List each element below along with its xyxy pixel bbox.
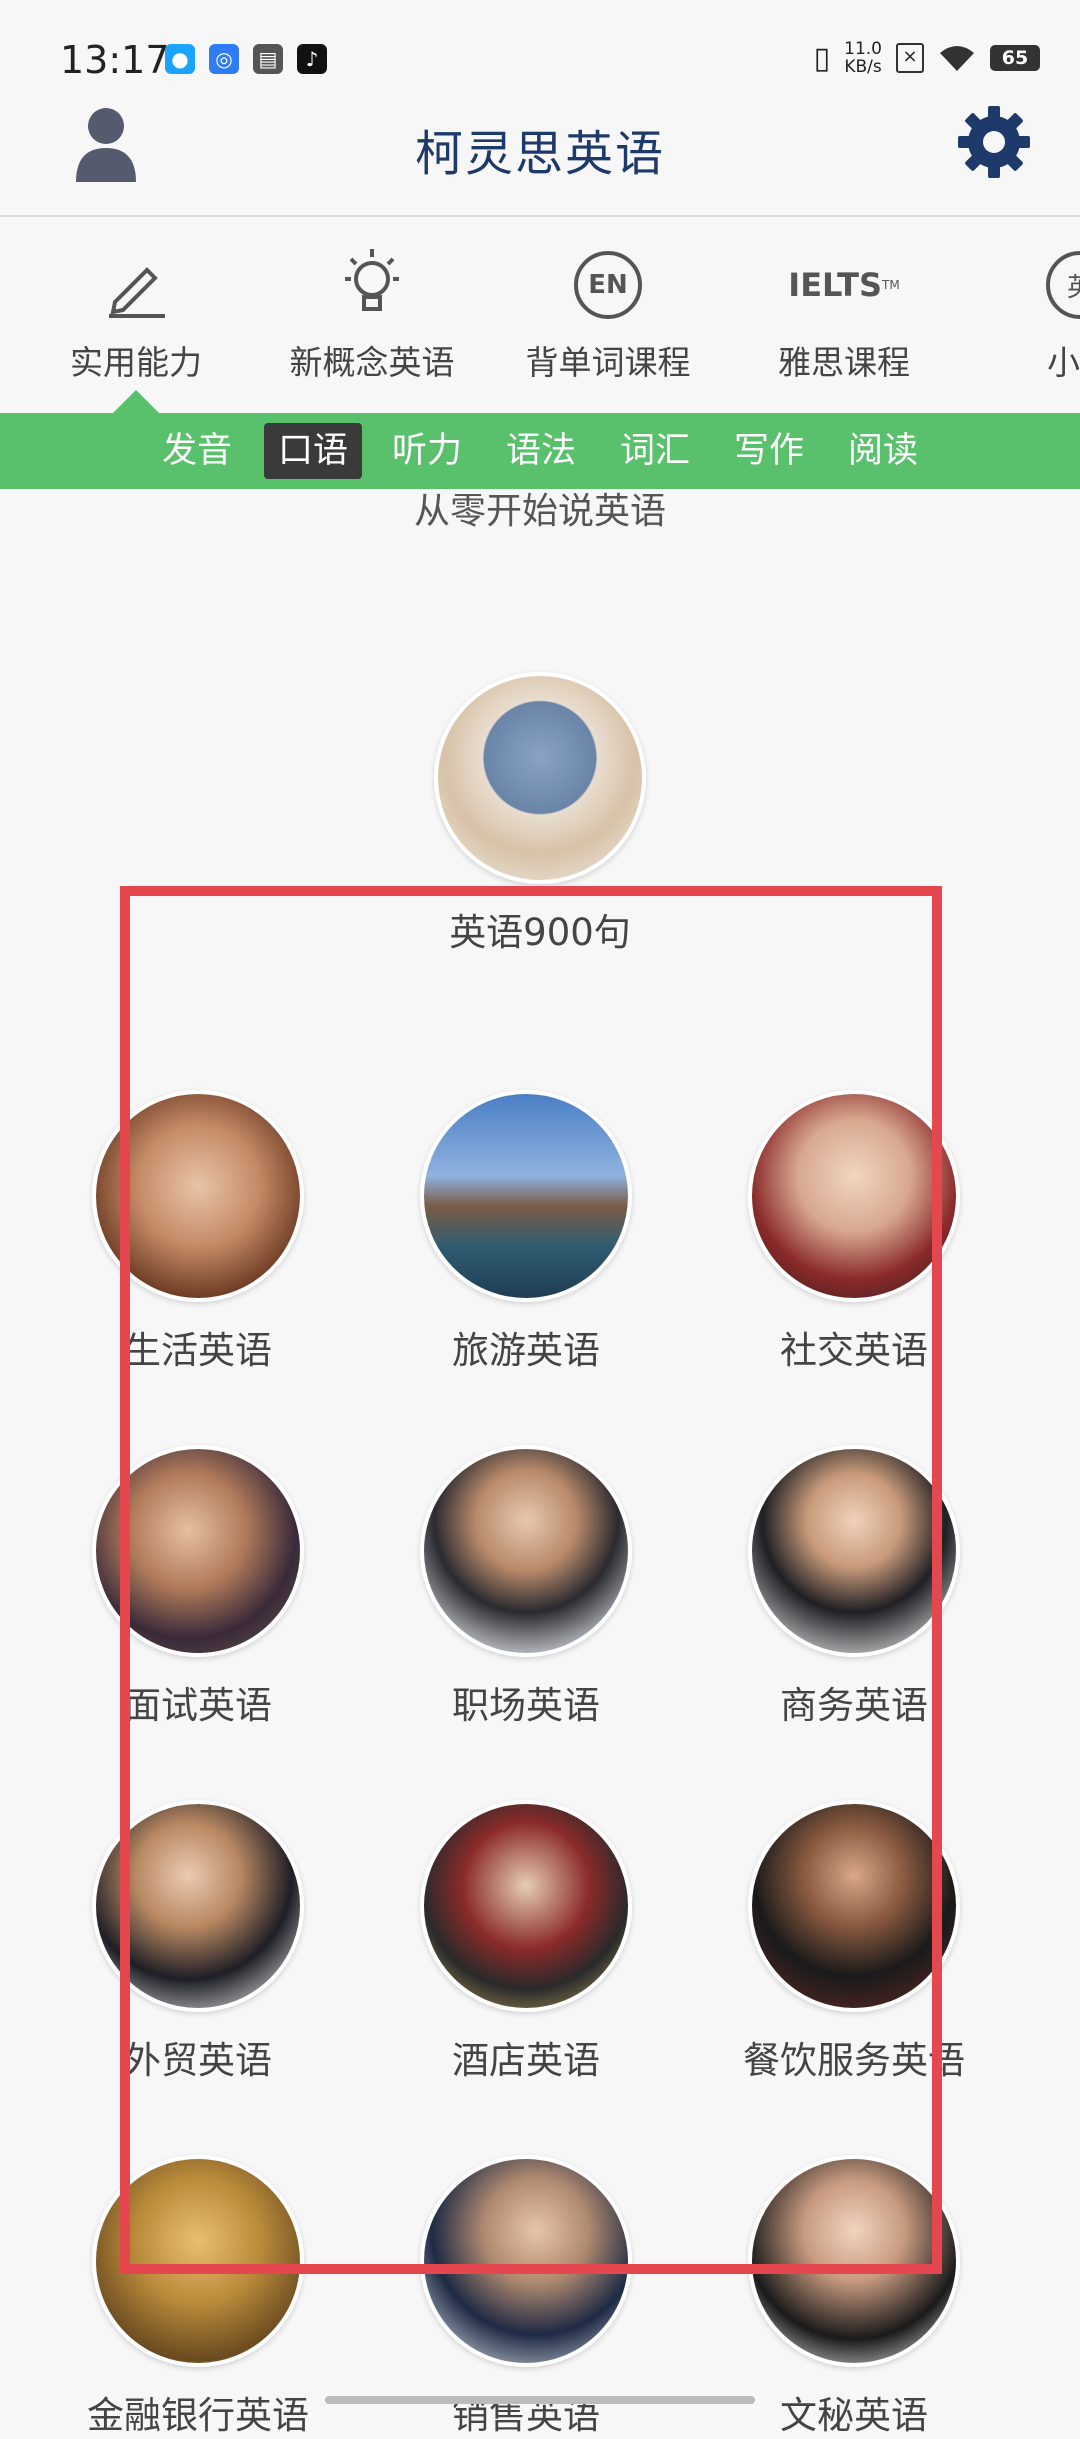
course-label: 销售英语 bbox=[452, 2394, 600, 2437]
category-primary[interactable]: 英 小学 bbox=[970, 240, 1080, 384]
course-english-900[interactable]: 英语900句 bbox=[380, 672, 700, 956]
course-label: 面试英语 bbox=[124, 1684, 272, 1727]
course-catering[interactable]: 餐饮服务英语 bbox=[694, 1800, 1014, 2084]
course-image bbox=[434, 672, 646, 884]
home-indicator[interactable] bbox=[325, 2396, 755, 2404]
active-category-indicator bbox=[112, 390, 160, 414]
section-title: 从零开始说英语 bbox=[413, 491, 666, 532]
pencil-icon bbox=[109, 267, 165, 318]
course-label: 职场英语 bbox=[452, 1684, 600, 1727]
subtab-reading[interactable]: 阅读 bbox=[834, 423, 932, 479]
tiktok-icon: ♪ bbox=[297, 44, 327, 74]
course-label: 社交英语 bbox=[780, 1329, 928, 1372]
course-image bbox=[748, 2155, 960, 2367]
course-label: 生活英语 bbox=[124, 1329, 272, 1372]
category-practical[interactable]: 实用能力 bbox=[26, 240, 246, 384]
subtab-speaking[interactable]: 口语 bbox=[264, 423, 363, 479]
course-interview[interactable]: 面试英语 bbox=[38, 1445, 358, 1729]
wifi-icon bbox=[940, 46, 974, 71]
category-label: 新概念英语 bbox=[289, 343, 455, 382]
notification-icons: ● ◎ ▤ ♪ bbox=[165, 44, 327, 74]
subtab-listening[interactable]: 听力 bbox=[378, 423, 476, 479]
course-image bbox=[420, 1800, 632, 2012]
app-header: 柯灵思英语 bbox=[0, 100, 1080, 217]
course-workplace[interactable]: 职场英语 bbox=[366, 1445, 686, 1729]
course-hotel[interactable]: 酒店英语 bbox=[366, 1800, 686, 2084]
course-image bbox=[92, 1090, 304, 1302]
page-title: 柯灵思英语 bbox=[414, 126, 665, 182]
course-daily-life[interactable]: 生活英语 bbox=[38, 1090, 358, 1374]
sim-off-icon: × bbox=[896, 43, 924, 73]
course-image bbox=[92, 1800, 304, 2012]
course-image bbox=[420, 1445, 632, 1657]
speed-unit: KB/s bbox=[844, 57, 882, 77]
status-time: 13:17 bbox=[60, 38, 170, 82]
course-business[interactable]: 商务英语 bbox=[694, 1445, 1014, 1729]
course-image bbox=[420, 2155, 632, 2367]
course-foreign-trade[interactable]: 外贸英语 bbox=[38, 1800, 358, 2084]
category-label: 背单词课程 bbox=[525, 343, 691, 382]
network-speed: 11.0 KB/s bbox=[844, 40, 882, 76]
primary-icon: 英 bbox=[1046, 251, 1080, 319]
battery-icon: 65 bbox=[990, 45, 1040, 71]
status-right: ▯ 11.0 KB/s × 65 bbox=[814, 40, 1040, 76]
qq-icon: ● bbox=[165, 44, 195, 74]
settings-gear-icon[interactable] bbox=[956, 104, 1032, 180]
course-label: 外贸英语 bbox=[124, 2039, 272, 2082]
category-new-concept[interactable]: 新概念英语 bbox=[262, 240, 482, 384]
course-image bbox=[748, 1090, 960, 1302]
course-image bbox=[92, 2155, 304, 2367]
course-image bbox=[748, 1445, 960, 1657]
lightbulb-icon bbox=[345, 249, 399, 311]
status-bar: 13:17 ● ◎ ▤ ♪ ▯ 11.0 KB/s × 65 bbox=[0, 0, 1080, 110]
course-label: 旅游英语 bbox=[452, 1329, 600, 1372]
course-finance[interactable]: 金融银行英语 bbox=[38, 2155, 358, 2439]
course-label: 餐饮服务英语 bbox=[743, 2039, 965, 2082]
course-label: 商务英语 bbox=[780, 1684, 928, 1727]
app-notify-icon: ◎ bbox=[209, 44, 239, 74]
subtab-vocabulary[interactable]: 词汇 bbox=[606, 423, 704, 479]
category-tabs: 实用能力 新概念英语 EN 背单词课程 IELTS TM 雅思课程 英 小 bbox=[0, 240, 1080, 410]
course-label: 英语900句 bbox=[449, 911, 631, 954]
category-ielts[interactable]: IELTS TM 雅思课程 bbox=[734, 240, 954, 384]
course-travel[interactable]: 旅游英语 bbox=[366, 1090, 686, 1374]
course-image bbox=[420, 1090, 632, 1302]
course-image bbox=[748, 1800, 960, 2012]
speed-value: 11.0 bbox=[844, 39, 882, 59]
category-label: 雅思课程 bbox=[778, 343, 910, 382]
subtab-grammar[interactable]: 语法 bbox=[492, 423, 590, 479]
category-label: 实用能力 bbox=[70, 343, 202, 382]
course-label: 金融银行英语 bbox=[87, 2394, 309, 2437]
course-label: 酒店英语 bbox=[452, 2039, 600, 2082]
course-label: 文秘英语 bbox=[780, 2394, 928, 2437]
course-image bbox=[92, 1445, 304, 1657]
category-vocab[interactable]: EN 背单词课程 bbox=[498, 240, 718, 384]
en-icon: EN bbox=[574, 251, 642, 319]
ielts-icon: IELTS TM bbox=[788, 266, 900, 304]
subtab-writing[interactable]: 写作 bbox=[720, 423, 818, 479]
calendar-icon: ▤ bbox=[253, 44, 283, 74]
skill-subtabs: 发音 口语 听力 语法 词汇 写作 阅读 bbox=[0, 413, 1080, 489]
category-label: 小学 bbox=[1047, 343, 1080, 382]
course-social[interactable]: 社交英语 bbox=[694, 1090, 1014, 1374]
subtab-pronunciation[interactable]: 发音 bbox=[148, 423, 246, 479]
vibrate-icon: ▯ bbox=[813, 40, 831, 76]
